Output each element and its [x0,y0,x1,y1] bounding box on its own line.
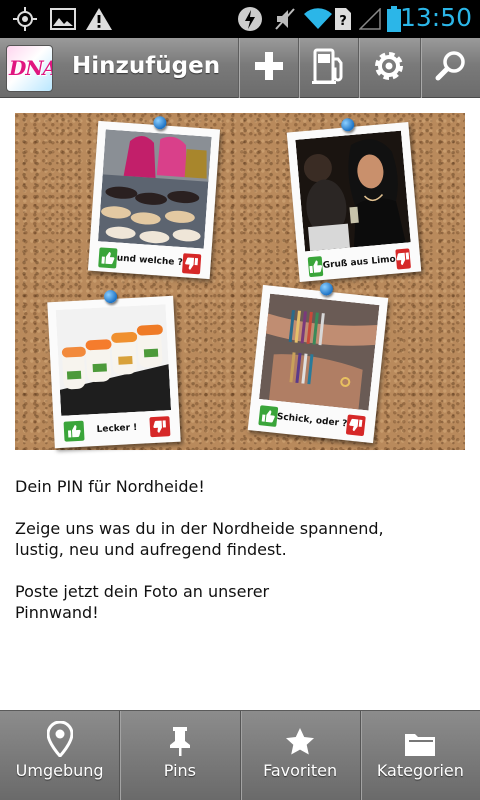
dislike-button[interactable] [346,414,366,437]
add-button[interactable] [238,38,298,98]
like-button[interactable] [63,420,85,442]
nav-umgebung[interactable]: Umgebung [0,711,119,800]
status-bar: ? 13:50 [0,0,480,38]
nav-kategorien[interactable]: Kategorien [359,711,480,800]
page-title: Hinzufügen [72,53,221,79]
photo-caption: Gruß aus Limo [322,254,397,271]
like-button[interactable] [307,255,324,278]
app-logo-text: DNA [9,56,53,80]
nav-label: Favoriten [263,761,338,780]
mute-icon [272,6,298,32]
pinboard-photo[interactable]: Schick, oder ? [247,281,389,444]
folder-icon [404,711,436,761]
dislike-button[interactable] [149,416,171,438]
pushpin-icon [103,289,118,304]
add-icon [253,50,285,86]
warning-icon [84,6,114,32]
like-button[interactable] [98,247,118,269]
nav-label: Pins [163,761,196,780]
svg-text:?: ? [339,14,347,29]
pushpin-icon [319,281,334,297]
pushpin-icon [152,115,167,130]
gear-icon [373,50,405,86]
photo-party [295,130,411,252]
location-pin-icon [46,711,73,761]
fuel-icon [311,47,346,89]
pinboard-photo[interactable]: Lecker ! [47,289,181,449]
pinboard-photo[interactable]: Gruß aus Limo [286,117,422,283]
signal-icon [358,6,382,32]
search-icon [435,50,467,86]
call-to-action: Poste jetzt dein Foto an unserer Pinnwan… [15,582,270,622]
star-icon [285,711,315,761]
image-icon [48,6,78,32]
dislike-button[interactable] [394,248,411,270]
pinboard-photo[interactable]: und welche ? [87,115,221,280]
settings-button[interactable] [358,38,418,98]
pushpin-icon [167,711,193,761]
nav-favoriten[interactable]: Favoriten [239,711,360,800]
no-sim-icon: ? [333,6,353,32]
photo-caption: Schick, oder ? [276,412,348,430]
bottom-nav: Umgebung Pins Favoriten Kategorien [0,710,480,800]
headline: Dein PIN für Nordheide! [15,477,205,496]
pinboard-banner[interactable]: und welche ? Gruß aus Limo Lecker ! Schi… [15,113,465,450]
action-bar: DNA Hinzufügen [0,38,480,98]
nav-label: Kategorien [376,761,464,780]
nav-label: Umgebung [15,761,104,780]
dislike-button[interactable] [182,253,202,275]
search-button[interactable] [420,38,480,98]
photo-caption: Lecker ! [96,422,138,435]
photo-sushi [55,304,172,416]
intro-text: Dein PIN für Nordheide! Zeige uns was du… [15,476,465,644]
fuel-button[interactable] [298,38,358,98]
like-button[interactable] [258,405,278,427]
pushpin-icon [340,117,355,132]
intro-paragraph: Zeige uns was du in der Nordheide spanne… [15,519,384,559]
nav-pins[interactable]: Pins [119,711,239,800]
app-logo[interactable]: DNA [6,45,53,92]
flash-icon [236,6,264,32]
gps-icon [10,6,40,32]
wifi-icon [302,6,334,32]
photo-caption: und welche ? [116,253,184,269]
status-time: 13:50 [399,3,472,32]
photo-bracelets [259,293,380,411]
photo-shoes-bags [97,129,212,249]
